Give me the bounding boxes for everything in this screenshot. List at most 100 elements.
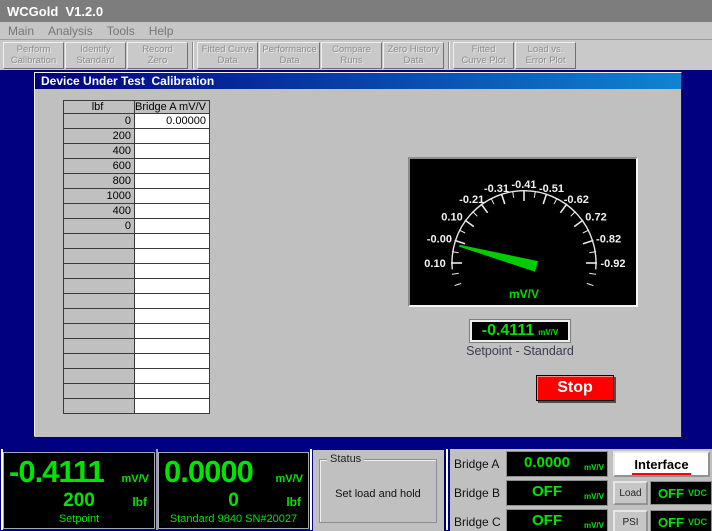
menu-item-help[interactable]: Help bbox=[144, 24, 183, 38]
readout-caption: Setpoint - Standard bbox=[430, 344, 610, 358]
lbf-cell bbox=[64, 354, 135, 369]
setpoint-standard-readout: -0.4111 mV/V bbox=[470, 320, 570, 342]
standard-load-unit: lbf bbox=[286, 495, 301, 509]
dashboard: -0.4111 mV/V 200 lbf Setpoint 0.0000 mV/… bbox=[0, 447, 712, 531]
stop-button[interactable]: Stop bbox=[536, 375, 614, 401]
lbf-cell: 800 bbox=[64, 174, 135, 189]
standard-load-value: 0 bbox=[228, 490, 239, 511]
toolbar-button-load-vs-error-plot[interactable]: Load vs.Error Plot bbox=[515, 42, 576, 69]
bridge-value-cell[interactable] bbox=[135, 279, 210, 294]
lbf-cell bbox=[64, 369, 135, 384]
table-row bbox=[64, 399, 210, 414]
gauge-scale-label: -0.21 bbox=[459, 194, 484, 206]
aux-unit: VDC bbox=[688, 488, 707, 498]
bridge-value-cell[interactable] bbox=[135, 189, 210, 204]
gauge-tick bbox=[587, 283, 594, 285]
lbf-cell bbox=[64, 339, 135, 354]
table-row bbox=[64, 279, 210, 294]
standard-caption: Standard 9840 SN#20027 bbox=[159, 512, 308, 527]
bridge-value: 0.0000 bbox=[507, 454, 587, 471]
gauge-tick bbox=[465, 220, 474, 227]
bridge-value-cell[interactable] bbox=[135, 129, 210, 144]
gauge-scale-label: -0.62 bbox=[564, 194, 589, 206]
bridge-row-bridge-a: Bridge A0.0000mV/V bbox=[450, 451, 712, 477]
menu-item-analysis[interactable]: Analysis bbox=[43, 24, 102, 38]
bridge-value-cell[interactable] bbox=[135, 399, 210, 414]
gauge-tick bbox=[574, 220, 583, 227]
gauge-scale-label: -0.92 bbox=[600, 258, 625, 270]
gauge-tick bbox=[501, 194, 504, 204]
status-section: Status Set load and hold bbox=[313, 450, 444, 531]
table-row bbox=[64, 369, 210, 384]
gauge-scale-label: 0.10 bbox=[424, 258, 445, 270]
lbf-cell bbox=[64, 399, 135, 414]
bridge-value-cell[interactable] bbox=[135, 174, 210, 189]
bridge-value-cell[interactable] bbox=[135, 249, 210, 264]
gauge-tick bbox=[472, 211, 477, 216]
bridge-value-cell[interactable] bbox=[135, 309, 210, 324]
lbf-cell bbox=[64, 249, 135, 264]
bridge-unit: mV/V bbox=[584, 521, 604, 530]
table-row bbox=[64, 339, 210, 354]
gauge-scale-label: 0.10 bbox=[441, 212, 462, 224]
gauge-tick bbox=[554, 198, 557, 204]
lbf-cell: 200 bbox=[64, 129, 135, 144]
gauge-tick bbox=[589, 273, 596, 274]
gauge-tick bbox=[455, 283, 462, 285]
bridge-value-cell[interactable] bbox=[135, 144, 210, 159]
gauge-tick bbox=[571, 211, 576, 216]
table-row: 400 bbox=[64, 144, 210, 159]
gauge-tick bbox=[491, 198, 494, 204]
toolbar-button-performance-data[interactable]: PerformanceData bbox=[259, 42, 320, 69]
child-window-titlebar[interactable]: Device Under Test Calibration bbox=[35, 73, 681, 89]
bridge-value-cell[interactable] bbox=[135, 354, 210, 369]
toolbar: PerformCalibrationIdentifyStandardRecord… bbox=[0, 40, 712, 70]
bridge-value-cell[interactable] bbox=[135, 159, 210, 174]
table-row: 1000 bbox=[64, 189, 210, 204]
bridge-value-cell[interactable] bbox=[135, 324, 210, 339]
divider bbox=[310, 449, 312, 530]
toolbar-button-perform-calibration[interactable]: PerformCalibration bbox=[3, 42, 64, 69]
lbf-cell: 400 bbox=[64, 204, 135, 219]
gauge-tick bbox=[452, 273, 459, 274]
psi-button[interactable]: PSI bbox=[613, 510, 648, 531]
standard-mvv-value: 0.0000 bbox=[164, 453, 253, 491]
bridge-value-cell[interactable] bbox=[135, 369, 210, 384]
status-group-title: Status bbox=[327, 453, 364, 465]
setpoint-load-value: 200 bbox=[63, 490, 95, 511]
setpoint-mvv-value: -0.4111 bbox=[9, 453, 104, 491]
toolbar-button-record-zero[interactable]: RecordZero bbox=[127, 42, 188, 69]
toolbar-button-compare-runs[interactable]: CompareRuns bbox=[321, 42, 382, 69]
toolbar-button-fitted-curve-plot[interactable]: FittedCurve Plot bbox=[453, 42, 514, 69]
table-row bbox=[64, 384, 210, 399]
bridge-display: OFFmV/V bbox=[506, 480, 608, 506]
bridge-value-cell[interactable] bbox=[135, 204, 210, 219]
bridge-section: Interface Bridge A0.0000mV/VBridge BOFFm… bbox=[450, 449, 712, 531]
gauge-needle bbox=[459, 245, 538, 272]
bridge-value-cell[interactable] bbox=[135, 234, 210, 249]
bridge-value-cell[interactable] bbox=[135, 219, 210, 234]
toolbar-separator bbox=[448, 42, 450, 69]
menu-item-tools[interactable]: Tools bbox=[102, 24, 144, 38]
bridge-value-cell[interactable]: 0.00000 bbox=[135, 114, 210, 129]
table-row: 0 bbox=[64, 219, 210, 234]
setpoint-caption: Setpoint bbox=[4, 512, 154, 527]
bridge-value-cell[interactable] bbox=[135, 294, 210, 309]
readout-unit: mV/V bbox=[538, 328, 558, 337]
bridge-label: Bridge C bbox=[454, 515, 501, 529]
toolbar-button-identify-standard[interactable]: IdentifyStandard bbox=[65, 42, 126, 69]
menu-item-main[interactable]: Main bbox=[3, 24, 43, 38]
bridge-value-cell[interactable] bbox=[135, 264, 210, 279]
table-row: 200 bbox=[64, 129, 210, 144]
lbf-cell bbox=[64, 384, 135, 399]
table-row: 800 bbox=[64, 174, 210, 189]
mdi-background: Device Under Test Calibration lbf Bridge… bbox=[0, 70, 712, 447]
toolbar-button-fitted-curve-data[interactable]: Fitted CurveData bbox=[197, 42, 258, 69]
toolbar-button-zero-history-data[interactable]: Zero HistoryData bbox=[383, 42, 444, 69]
window-title: WCGold V1.2.0 bbox=[7, 4, 103, 19]
load-button[interactable]: Load bbox=[613, 481, 648, 505]
bridge-value-cell[interactable] bbox=[135, 339, 210, 354]
gauge-scale-label: -0.31 bbox=[484, 183, 509, 195]
bridge-value-cell[interactable] bbox=[135, 384, 210, 399]
table-row bbox=[64, 324, 210, 339]
